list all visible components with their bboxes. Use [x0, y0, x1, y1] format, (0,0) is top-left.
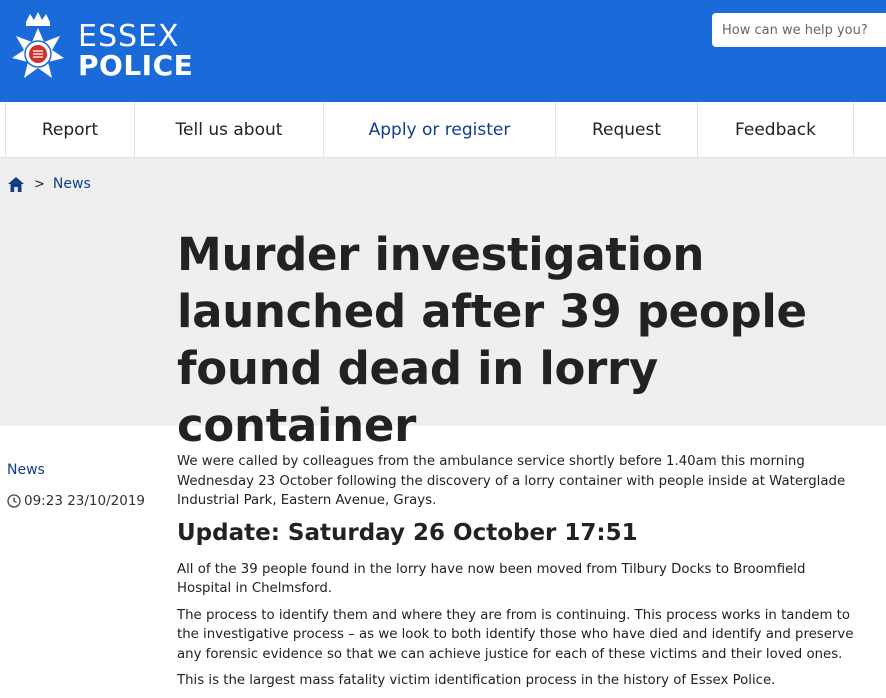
article-category-link[interactable]: News [7, 462, 45, 478]
brand-wordmark[interactable]: ESSEX POLICE [78, 22, 193, 80]
nav-item-report[interactable]: Report [5, 102, 134, 157]
article-paragraph: All of the 39 people found in the lorry … [177, 561, 806, 597]
brand-line-essex: ESSEX [78, 19, 180, 54]
article-intro: We were called by colleagues from the am… [177, 454, 846, 508]
nav-item-tell-us-about[interactable]: Tell us about [134, 102, 323, 157]
nav-item-request[interactable]: Request [555, 102, 697, 157]
home-icon[interactable] [8, 176, 24, 192]
article-timestamp: 09:23 23/10/2019 [7, 493, 145, 509]
breadcrumb: > News [8, 176, 91, 192]
essex-police-crest-logo[interactable] [10, 8, 66, 86]
update-heading: Update: Saturday 26 October 17:51 [177, 519, 638, 546]
nav-item-label: Tell us about [175, 119, 283, 140]
breadcrumb-news-link[interactable]: News [53, 176, 91, 192]
nav-item-apply-or-register[interactable]: Apply or register [323, 102, 555, 157]
site-header: ESSEX POLICE [0, 0, 886, 102]
article-paragraph: This is the largest mass fatality victim… [177, 673, 776, 688]
brand-line-police: POLICE [78, 49, 194, 82]
nav-item-label: Request [591, 119, 662, 140]
search-input[interactable] [712, 13, 886, 47]
article-paragraph: The process to identify them and where t… [177, 607, 854, 662]
main-nav: Report Tell us about Apply or register R… [0, 102, 886, 158]
nav-item-label: Report [41, 119, 99, 140]
article-hero: > News Murder investigation launched aft… [0, 158, 886, 452]
timestamp-text: 09:23 23/10/2019 [24, 493, 146, 509]
nav-item-label: Feedback [735, 119, 816, 140]
clock-icon [7, 494, 21, 508]
nav-item-label: Apply or register [368, 119, 511, 140]
breadcrumb-separator: > [34, 176, 45, 192]
page-title: Murder investigation launched after 39 p… [177, 228, 807, 452]
nav-item-feedback[interactable]: Feedback [697, 102, 854, 157]
article-body: We were called by colleagues from the am… [177, 452, 857, 698]
